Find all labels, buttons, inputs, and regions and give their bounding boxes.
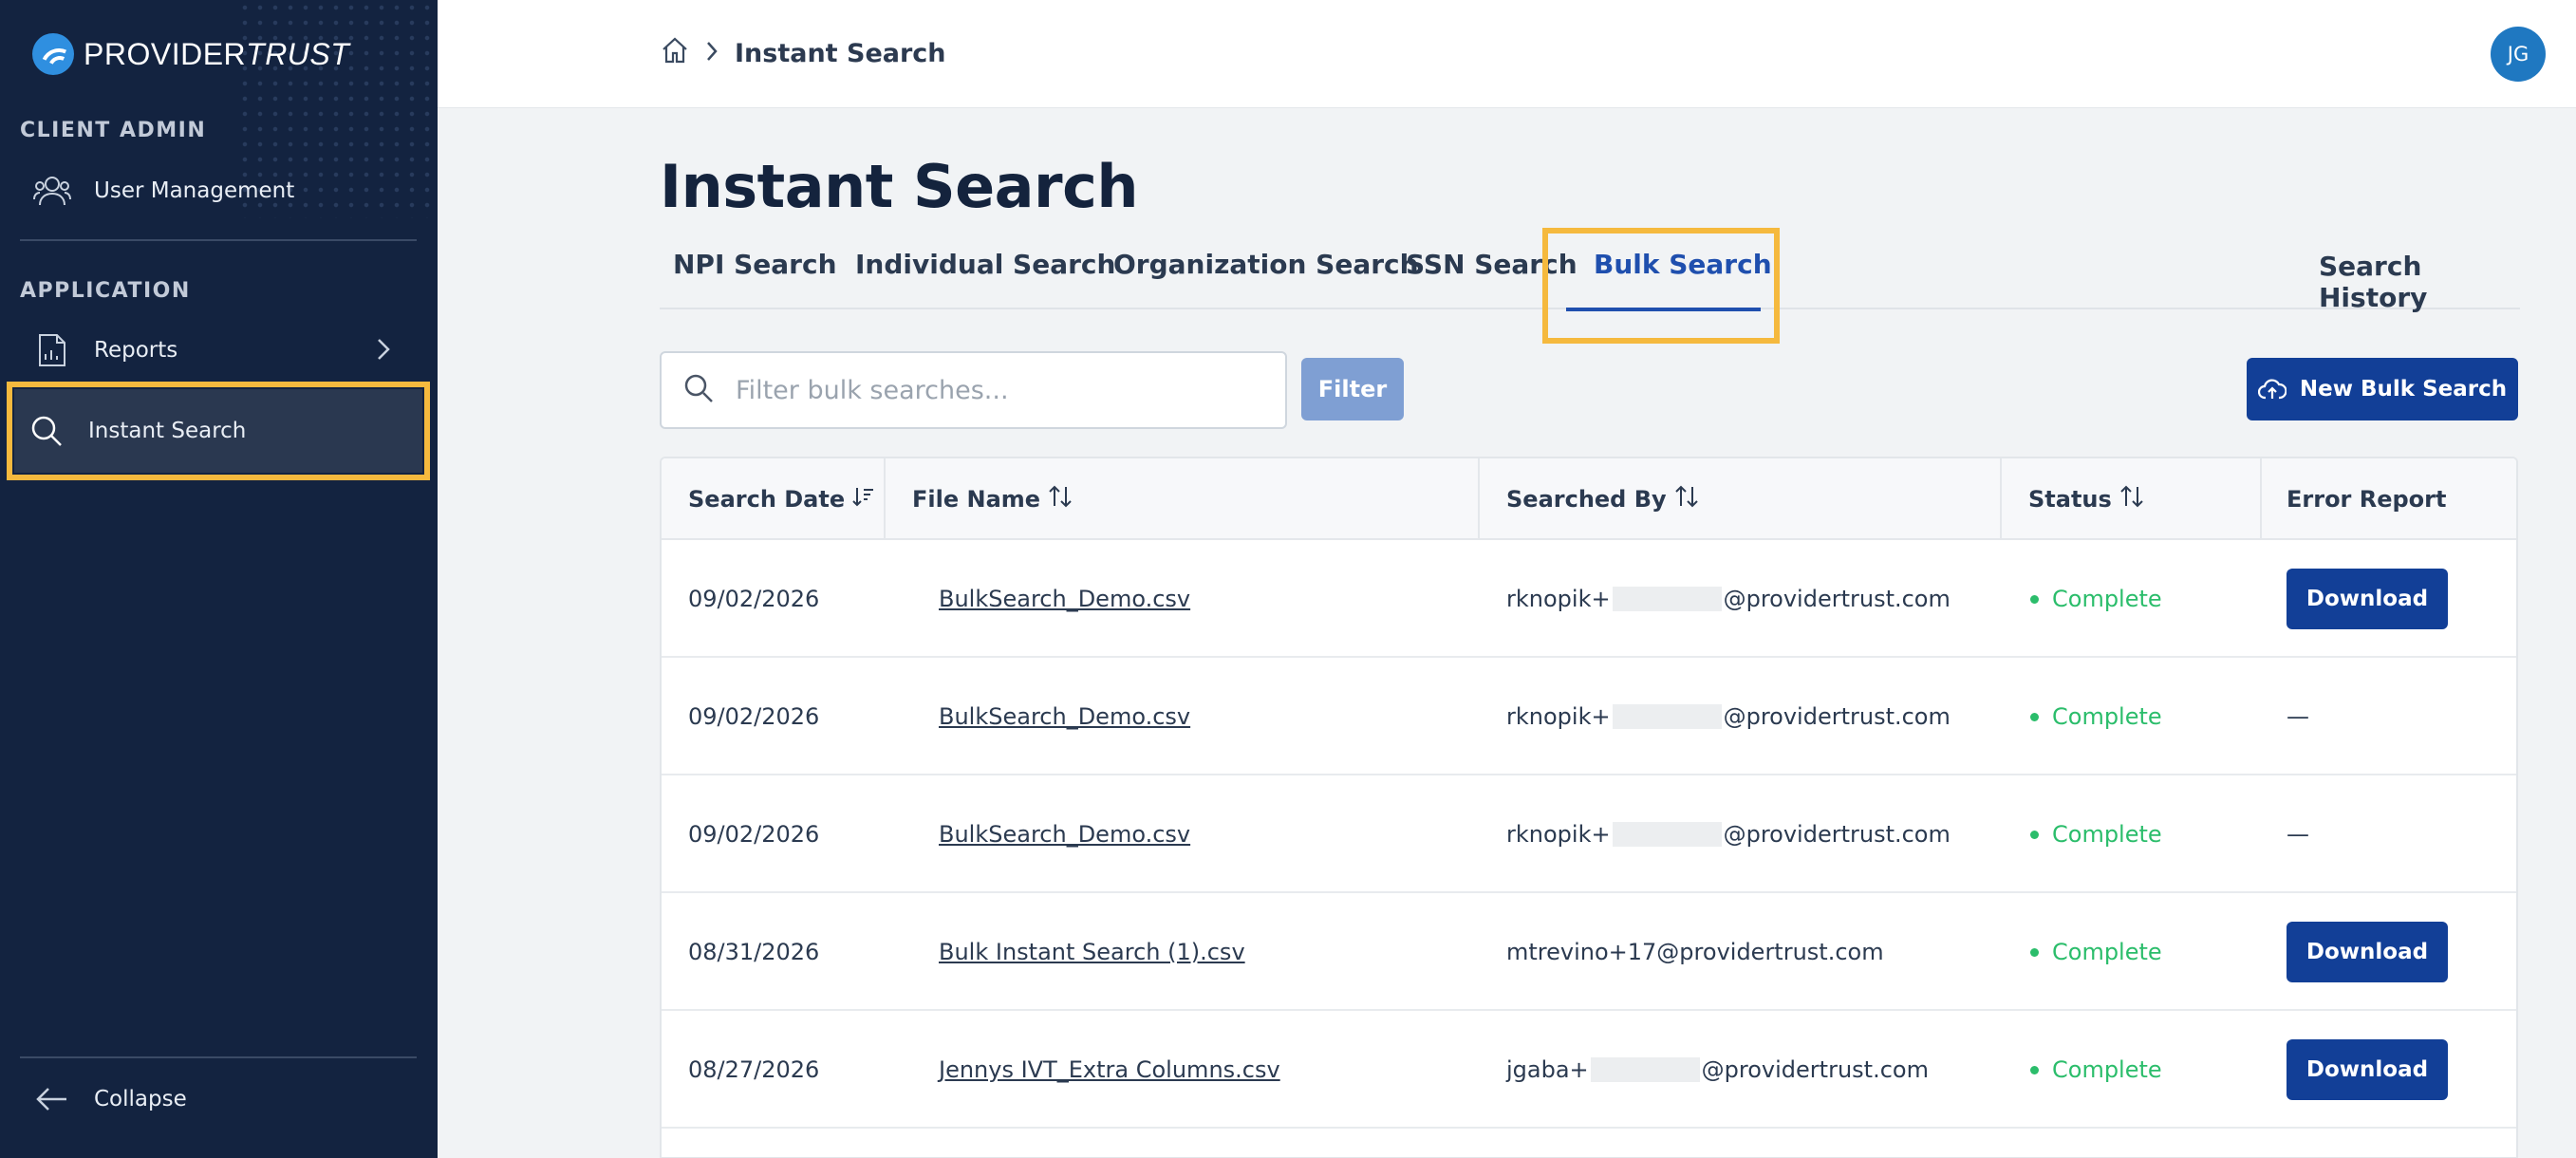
- section-application: APPLICATION: [20, 279, 191, 303]
- top-bar: Instant Search JG: [438, 0, 2576, 108]
- search-icon: [28, 412, 65, 450]
- brand-name: PROVIDERTRUST: [84, 36, 350, 71]
- search-date: 08/31/2026: [688, 939, 820, 965]
- searched-by: rknopik+ @providertrust.com: [1506, 586, 1951, 612]
- file-name-link[interactable]: BulkSearch_Demo.csv: [939, 540, 1190, 658]
- tab-individual-search[interactable]: Individual Search: [855, 249, 1115, 280]
- sidebar-item-label: Reports: [94, 338, 178, 363]
- column-search-date[interactable]: Search Date: [688, 458, 875, 540]
- sort-icon: [1048, 484, 1073, 515]
- bulk-search-table: Search Date File Name Searched By Status: [660, 457, 2518, 1158]
- collapse-label: Collapse: [94, 1087, 187, 1111]
- status-badge: Complete: [2030, 658, 2162, 775]
- sort-desc-icon: [852, 485, 875, 514]
- error-report-empty: —: [2287, 703, 2309, 730]
- column-searched-by[interactable]: Searched By: [1506, 458, 1699, 540]
- page-title: Instant Search: [660, 152, 1138, 221]
- status-badge: Complete: [2030, 775, 2162, 893]
- table-header: Search Date File Name Searched By Status: [662, 458, 2516, 540]
- avatar[interactable]: JG: [2491, 27, 2546, 82]
- breadcrumb: Instant Search: [661, 36, 946, 71]
- search-date: 09/02/2026: [688, 586, 820, 612]
- users-icon: [33, 172, 71, 210]
- file-name-link[interactable]: Jennys IVT_Extra Columns.csv: [939, 1011, 1280, 1129]
- search-tabs: NPI Search Individual Search Organizatio…: [660, 228, 2520, 344]
- cloud-upload-icon: [2257, 378, 2287, 401]
- filter-button[interactable]: Filter: [1301, 358, 1404, 420]
- column-divider: [2000, 458, 2002, 540]
- searched-by: rknopik+ @providertrust.com: [1506, 703, 1951, 730]
- redacted-text: [1590, 1057, 1700, 1082]
- breadcrumb-current: Instant Search: [735, 39, 946, 68]
- searched-by: jgaba+ @providertrust.com: [1506, 1056, 1929, 1083]
- search-icon: [682, 372, 715, 408]
- search-date: 08/27/2026: [688, 1056, 820, 1083]
- sidebar-item-instant-search[interactable]: Instant Search: [7, 382, 430, 480]
- new-bulk-search-button[interactable]: New Bulk Search: [2247, 358, 2518, 420]
- error-report-cell: Download: [2287, 540, 2448, 658]
- table-row: 09/02/2026 BulkSearch_Demo.csv rknopik+ @…: [662, 775, 2516, 893]
- redacted-text: [1612, 587, 1722, 611]
- search-date: 09/02/2026: [688, 821, 820, 848]
- table-row: 08/27/2026 Jennys IVT_Extra Columns.csv …: [662, 1011, 2516, 1129]
- new-bulk-search-label: New Bulk Search: [2299, 377, 2508, 402]
- report-icon: [33, 331, 71, 369]
- redacted-text: [1612, 822, 1722, 847]
- searched-by: rknopik+ @providertrust.com: [1506, 821, 1951, 848]
- table-row: 09/02/2026 BulkSearch_Demo.csv rknopik+ @…: [662, 540, 2516, 658]
- status-badge: Complete: [2030, 540, 2162, 658]
- brand-logo-icon: [32, 33, 74, 75]
- error-report-cell: Download: [2287, 893, 2448, 1011]
- section-client-admin: CLIENT ADMIN: [20, 119, 207, 142]
- column-file-name[interactable]: File Name: [912, 458, 1073, 540]
- search-date: 09/02/2026: [688, 703, 820, 730]
- sidebar-item-reports[interactable]: Reports: [20, 317, 419, 383]
- download-button[interactable]: Download: [2287, 922, 2448, 982]
- collapse-button[interactable]: Collapse: [20, 1066, 419, 1132]
- redacted-text: [1612, 704, 1722, 729]
- sidebar: PROVIDERTRUST CLIENT ADMIN User Manageme…: [0, 0, 438, 1158]
- file-name-link[interactable]: BulkSearch_Demo.csv: [939, 775, 1190, 893]
- error-report-cell: Download: [2287, 1011, 2448, 1129]
- searched-by: mtrevino+17@providertrust.com: [1506, 939, 1884, 965]
- bulk-search-highlight: [1542, 228, 1780, 344]
- status-badge: Complete: [2030, 893, 2162, 1011]
- table-row: 09/02/2026 BulkSearch_Demo.csv rknopik+ @…: [662, 658, 2516, 775]
- arrow-left-icon: [33, 1080, 71, 1118]
- filter-search-box: [660, 351, 1287, 429]
- filter-input[interactable]: [736, 375, 1267, 405]
- chevron-right-icon: [706, 39, 718, 68]
- error-report-empty: —: [2287, 821, 2309, 848]
- sort-icon: [1674, 484, 1699, 515]
- sidebar-item-label: User Management: [94, 178, 295, 203]
- column-divider: [2260, 458, 2262, 540]
- tab-organization-search[interactable]: Organization Search: [1113, 249, 1419, 280]
- home-icon[interactable]: [661, 36, 689, 71]
- download-button[interactable]: Download: [2287, 1039, 2448, 1100]
- column-divider: [1478, 458, 1480, 540]
- column-divider: [884, 458, 886, 540]
- sidebar-item-label: Instant Search: [88, 419, 247, 443]
- chevron-right-icon: [377, 338, 390, 366]
- column-error-report: Error Report: [2287, 486, 2447, 513]
- status-badge: Complete: [2030, 1011, 2162, 1129]
- sidebar-item-user-management[interactable]: User Management: [20, 158, 419, 224]
- column-status[interactable]: Status: [2028, 458, 2144, 540]
- tab-npi-search[interactable]: NPI Search: [673, 249, 837, 280]
- search-history-link[interactable]: Search History: [2319, 251, 2520, 313]
- sidebar-divider: [20, 1056, 417, 1058]
- file-name-link[interactable]: BulkSearch_Demo.csv: [939, 658, 1190, 775]
- download-button[interactable]: Download: [2287, 569, 2448, 629]
- file-name-link[interactable]: Bulk Instant Search (1).csv: [939, 893, 1245, 1011]
- sidebar-divider: [20, 239, 417, 241]
- sort-icon: [2119, 484, 2144, 515]
- table-row: 08/31/2026 Bulk Instant Search (1).csv m…: [662, 893, 2516, 1011]
- brand-logo[interactable]: PROVIDERTRUST: [32, 32, 349, 76]
